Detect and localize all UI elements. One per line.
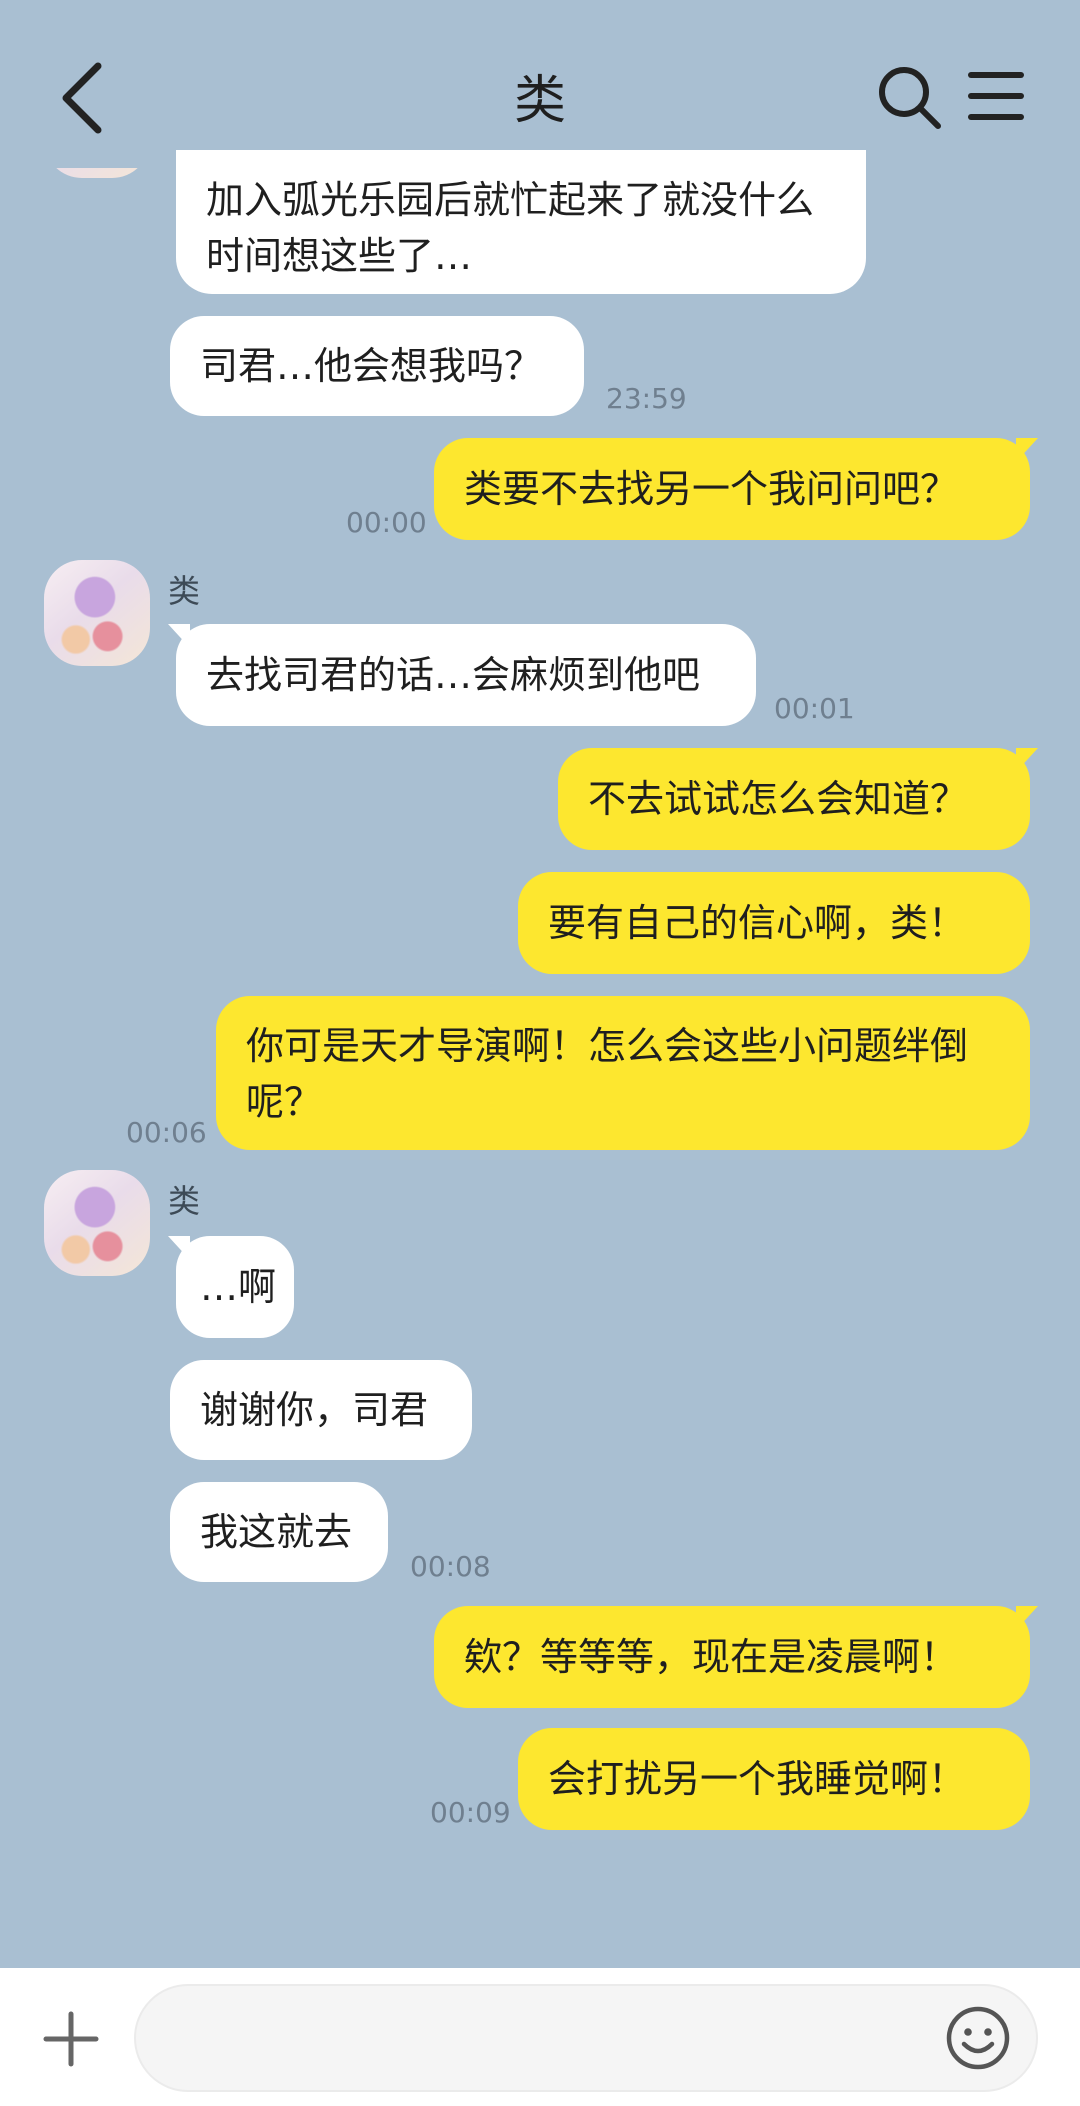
message-bubble-incoming[interactable]: 司君…他会想我吗？ <box>170 316 584 416</box>
message-timestamp: 23:59 <box>606 382 687 415</box>
message-text: 我这就去 <box>200 1509 353 1554</box>
chat-header: 类 <box>0 0 1080 170</box>
sender-name: 类 <box>168 1182 201 1220</box>
message-text: 不去试试怎么会知道？ <box>588 776 969 821</box>
message-bubble-outgoing[interactable]: 要有自己的信心啊，类！ <box>518 872 1030 974</box>
message-bubble-incoming[interactable]: …啊 <box>168 1236 294 1338</box>
smiley-icon[interactable] <box>944 2004 1012 2072</box>
message-text: 加入弧光乐园后就忙起来了就没什么时间想这些了… <box>206 178 815 278</box>
message-text: 欸？等等等，现在是凌晨啊！ <box>464 1634 959 1679</box>
message-bubble-outgoing[interactable]: 欸？等等等，现在是凌晨啊！ <box>434 1606 1038 1708</box>
sender-name: 类 <box>168 572 201 610</box>
message-text: 要有自己的信心啊，类！ <box>548 900 967 945</box>
message-timestamp: 00:08 <box>410 1550 491 1583</box>
message-bubble-incoming[interactable]: 我这就去 <box>170 1482 388 1582</box>
avatar[interactable] <box>44 1170 150 1276</box>
message-timestamp: 00:06 <box>126 1116 207 1149</box>
message-bubble-outgoing[interactable]: 会打扰另一个我睡觉啊！ <box>518 1728 1030 1830</box>
avatar[interactable] <box>44 560 150 666</box>
message-bubble-incoming[interactable]: 去找司君的话…会麻烦到他吧 <box>168 624 756 726</box>
message-timestamp: 00:09 <box>430 1796 511 1829</box>
message-input[interactable] <box>134 1984 1038 2092</box>
message-text: 类要不去找另一个我问问吧？ <box>464 466 959 511</box>
message-bubble-incoming[interactable]: 谢谢你，司君 <box>170 1360 472 1460</box>
message-text: 谢谢你，司君 <box>200 1387 429 1432</box>
search-icon[interactable] <box>876 64 942 130</box>
message-timestamp: 00:01 <box>774 692 855 725</box>
message-text: …啊 <box>200 1264 277 1309</box>
message-bubble-incoming[interactable]: 加入弧光乐园后就忙起来了就没什么时间想这些了… <box>176 150 866 294</box>
message-bubble-outgoing[interactable]: 类要不去找另一个我问问吧？ <box>434 438 1038 540</box>
message-text: 会打扰另一个我睡觉啊！ <box>548 1756 967 1801</box>
message-bubble-outgoing[interactable]: 你可是天才导演啊！怎么会这些小问题绊倒呢？ <box>216 996 1030 1150</box>
message-text: 你可是天才导演啊！怎么会这些小问题绊倒呢？ <box>246 1024 969 1124</box>
plus-icon[interactable] <box>42 2010 100 2068</box>
message-text: 去找司君的话…会麻烦到他吧 <box>206 652 701 697</box>
message-bubble-outgoing[interactable]: 不去试试怎么会知道？ <box>558 748 1038 850</box>
message-text: 司君…他会想我吗？ <box>200 343 543 388</box>
menu-icon[interactable] <box>968 70 1024 122</box>
message-timestamp: 00:00 <box>346 506 427 539</box>
